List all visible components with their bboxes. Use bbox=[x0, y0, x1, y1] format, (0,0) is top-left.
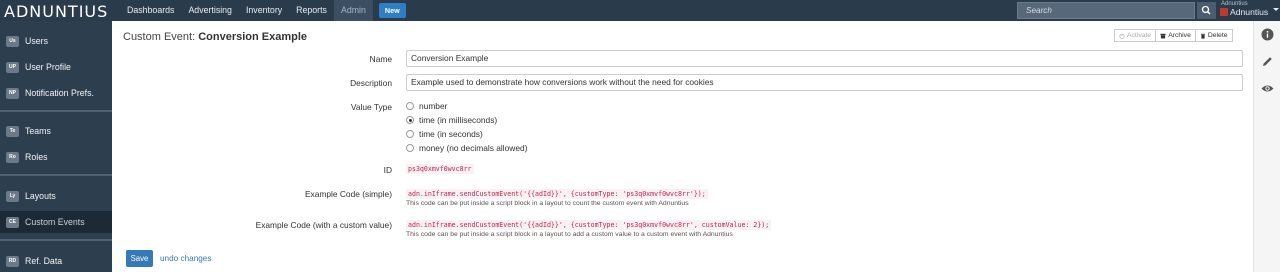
nav-inventory[interactable]: Inventory bbox=[239, 0, 289, 21]
code-simple-label: Example Code (simple) bbox=[304, 189, 392, 199]
delete-label: Delete bbox=[1207, 32, 1228, 39]
page-title-prefix: Custom Event: bbox=[123, 31, 196, 43]
code-custom-snippet: adn.inIframe.sendCustomEvent('{{adId}}',… bbox=[406, 220, 772, 230]
value-type-option-milliseconds[interactable]: time (in milliseconds) bbox=[406, 115, 497, 125]
sidebar: Us Users UP User Profile NP Notification… bbox=[0, 21, 112, 272]
radio-button[interactable] bbox=[406, 144, 414, 152]
value-type-option-number[interactable]: number bbox=[406, 101, 447, 111]
right-rail bbox=[1253, 21, 1280, 272]
sidebar-item-label: Teams bbox=[25, 126, 51, 136]
layouts-badge-icon: Ly bbox=[6, 190, 19, 202]
code-custom-help: This code can be put inside a script blo… bbox=[406, 231, 733, 238]
page-title: Custom Event: Conversion Example bbox=[123, 31, 307, 43]
main-nav: Dashboards Advertising Inventory Reports… bbox=[120, 0, 406, 21]
sidebar-item-label: Layouts bbox=[25, 191, 56, 201]
page-title-name: Conversion Example bbox=[198, 31, 308, 43]
user-profile-badge-icon: UP bbox=[6, 61, 19, 73]
action-buttons: Activate Archive Delete bbox=[1114, 29, 1233, 42]
id-value: ps3q0xmvf0wvc8rr bbox=[406, 164, 474, 174]
archive-label: Archive bbox=[1168, 32, 1191, 39]
top-bar: ADNUNTIUS Dashboards Advertising Invento… bbox=[0, 0, 1280, 21]
value-type-label: Value Type bbox=[350, 102, 392, 112]
code-custom-label: Example Code (with a custom value) bbox=[255, 220, 392, 230]
search-button[interactable] bbox=[1197, 2, 1216, 19]
code-simple-snippet: adn.inIframe.sendCustomEvent('{{adId}}',… bbox=[406, 189, 708, 199]
app-logo[interactable]: ADNUNTIUS bbox=[4, 2, 108, 21]
sidebar-item-user-profile[interactable]: UP User Profile bbox=[0, 56, 112, 78]
sidebar-item-roles[interactable]: Ro Roles bbox=[0, 146, 112, 168]
sidebar-item-users[interactable]: Us Users bbox=[0, 30, 112, 52]
search-placeholder: Search bbox=[1026, 6, 1052, 15]
sidebar-item-label: Custom Events bbox=[25, 217, 85, 227]
eye-icon[interactable] bbox=[1261, 82, 1274, 95]
name-label: Name bbox=[369, 54, 392, 64]
description-field[interactable]: Example used to demonstrate how conversi… bbox=[406, 74, 1243, 91]
activate-label: Activate bbox=[1127, 32, 1152, 39]
value-type-option-label: money (no decimals allowed) bbox=[419, 143, 528, 153]
sidebar-item-label: Roles bbox=[25, 152, 48, 162]
nav-admin[interactable]: Admin bbox=[333, 0, 373, 21]
value-type-option-money[interactable]: money (no decimals allowed) bbox=[406, 143, 527, 153]
user-name: Adnuntius bbox=[1230, 7, 1269, 17]
pencil-icon[interactable] bbox=[1261, 55, 1274, 68]
delete-button[interactable]: Delete bbox=[1195, 29, 1233, 42]
name-field[interactable]: Conversion Example bbox=[406, 50, 1243, 67]
nav-advertising[interactable]: Advertising bbox=[181, 0, 239, 21]
search-icon bbox=[1201, 5, 1211, 15]
sidebar-item-label: Users bbox=[25, 36, 48, 46]
user-avatar-icon bbox=[1220, 8, 1228, 16]
info-icon[interactable] bbox=[1261, 28, 1274, 41]
sidebar-item-layouts[interactable]: Ly Layouts bbox=[0, 185, 112, 207]
nav-dashboards[interactable]: Dashboards bbox=[120, 0, 181, 21]
value-type-option-seconds[interactable]: time (in seconds) bbox=[406, 129, 483, 139]
users-badge-icon: Us bbox=[6, 35, 19, 47]
sidebar-item-label: User Profile bbox=[25, 62, 71, 72]
chevron-down-icon[interactable] bbox=[1273, 8, 1279, 11]
nav-reports[interactable]: Reports bbox=[289, 0, 334, 21]
sidebar-divider bbox=[0, 239, 112, 241]
sidebar-divider bbox=[0, 110, 112, 112]
description-label: Description bbox=[350, 78, 392, 88]
user-menu[interactable]: Adnuntius Adnuntius bbox=[1220, 1, 1268, 17]
ref-data-badge-icon: RD bbox=[6, 255, 19, 267]
archive-icon bbox=[1160, 33, 1166, 38]
archive-button[interactable]: Archive bbox=[1156, 29, 1196, 42]
radio-button[interactable] bbox=[406, 130, 414, 138]
teams-badge-icon: Te bbox=[6, 125, 19, 137]
sidebar-item-label: Notification Prefs. bbox=[25, 88, 94, 98]
undo-changes-link[interactable]: undo changes bbox=[160, 254, 211, 263]
sidebar-item-label: Ref. Data bbox=[25, 256, 63, 266]
sidebar-item-custom-events[interactable]: CE Custom Events bbox=[0, 211, 112, 233]
value-type-option-label: time (in milliseconds) bbox=[419, 115, 498, 125]
search-input[interactable]: Search bbox=[1017, 2, 1195, 19]
sidebar-item-ref-data[interactable]: RD Ref. Data bbox=[0, 250, 112, 272]
activate-button[interactable]: Activate bbox=[1114, 29, 1157, 42]
trash-icon bbox=[1200, 33, 1205, 39]
code-simple-help: This code can be put inside a script blo… bbox=[406, 200, 689, 207]
sidebar-divider bbox=[0, 174, 112, 176]
new-button[interactable]: New bbox=[378, 3, 406, 18]
radio-button[interactable] bbox=[406, 102, 414, 110]
radio-button-checked[interactable] bbox=[406, 116, 414, 124]
value-type-option-label: number bbox=[419, 101, 448, 111]
sidebar-item-notification-prefs[interactable]: NP Notification Prefs. bbox=[0, 82, 112, 104]
value-type-option-label: time (in seconds) bbox=[419, 129, 483, 139]
sidebar-item-teams[interactable]: Te Teams bbox=[0, 120, 112, 142]
roles-badge-icon: Ro bbox=[6, 151, 19, 163]
power-icon bbox=[1119, 33, 1125, 39]
id-label: ID bbox=[383, 165, 392, 175]
notification-prefs-badge-icon: NP bbox=[6, 87, 19, 99]
custom-events-badge-icon: CE bbox=[6, 216, 19, 228]
save-button[interactable]: Save bbox=[126, 250, 153, 267]
